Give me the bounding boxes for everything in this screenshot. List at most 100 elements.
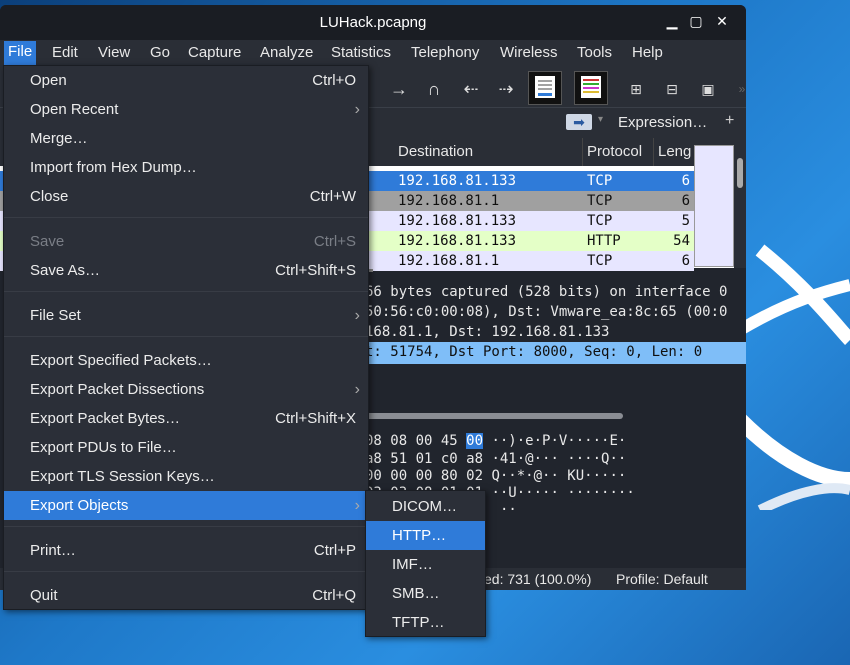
menu-item-export-objects[interactable]: Export Objects ›: [4, 491, 368, 520]
detail-tcp-line: t: 51754, Dst Port: 8000, Seq: 0, Len: 0: [365, 344, 703, 360]
menu-item-quit[interactable]: Quit Ctrl+Q: [4, 581, 368, 610]
menu-item-export-tls-keys[interactable]: Export TLS Session Keys…: [4, 462, 368, 491]
packet-length: 5: [681, 213, 690, 229]
packet-protocol: TCP: [587, 193, 613, 209]
menu-capture[interactable]: Capture: [188, 44, 241, 61]
menu-item-save: Save Ctrl+S: [4, 227, 368, 256]
menu-item-export-packet-dissections[interactable]: Export Packet Dissections ›: [4, 375, 368, 404]
filter-history-dropdown-icon[interactable]: ▾: [598, 114, 603, 125]
submenu-item-tftp[interactable]: TFTP…: [366, 608, 485, 637]
menu-item-label: Export PDUs to File…: [30, 439, 177, 456]
submenu-item-dicom[interactable]: DICOM…: [366, 492, 485, 521]
details-hscroll-thumb[interactable]: [365, 413, 623, 419]
submenu-item-http[interactable]: HTTP…: [366, 521, 485, 550]
submenu-item-label: HTTP…: [392, 527, 447, 544]
column-divider: [582, 138, 583, 166]
hex-bytes: a8 51 01 c0 a8: [365, 451, 484, 467]
menu-item-shortcut: Ctrl+O: [312, 72, 356, 89]
detail-ethernet-line[interactable]: 50:56:c0:00:08), Dst: Vmware_ea:8c:65 (0…: [365, 304, 727, 320]
hex-bytes: 08 08 00 45: [365, 433, 458, 449]
menu-item-label: Save: [30, 233, 65, 250]
autoscroll-icon[interactable]: [528, 71, 562, 105]
scrollbar-thumb[interactable]: [737, 158, 743, 188]
menu-wireless[interactable]: Wireless: [500, 44, 558, 61]
toolbar-overflow-icon[interactable]: »: [728, 75, 746, 103]
normal-size-icon[interactable]: ▣: [694, 75, 722, 103]
menu-item-export-pdus[interactable]: Export PDUs to File…: [4, 433, 368, 462]
hex-row-2[interactable]: a8 51 01 c0 a8 ·41·@··· ····Q··: [365, 451, 626, 467]
hex-row-1[interactable]: 08 08 00 45 00 ··)·e·P·V·····E·: [365, 433, 626, 449]
menu-item-shortcut: Ctrl+Shift+S: [275, 262, 356, 279]
menu-file[interactable]: File: [4, 41, 37, 65]
menu-item-file-set[interactable]: File Set ›: [4, 301, 368, 330]
file-menu-dropdown: Open Ctrl+O Open Recent › Merge… Import from …: [3, 65, 369, 610]
menu-item-label: Export Packet Bytes…: [30, 410, 181, 427]
hex-row-5[interactable]: ··: [500, 502, 517, 518]
packet-protocol: TCP: [587, 173, 613, 189]
hex-ascii: ··U····· ········: [491, 485, 635, 501]
menu-item-export-specified-packets[interactable]: Export Specified Packets…: [4, 346, 368, 375]
status-profile[interactable]: Profile: Default: [616, 571, 708, 587]
submenu-chevron-icon: ›: [354, 497, 360, 514]
go-last-icon[interactable]: ⇢: [492, 75, 520, 103]
submenu-item-label: IMF…: [392, 556, 433, 573]
detail-tcp-line-selected[interactable]: t: 51754, Dst Port: 8000, Seq: 0, Len: 0: [365, 342, 746, 364]
zoom-in-icon[interactable]: ⊞: [622, 75, 650, 103]
menu-item-print[interactable]: Print… Ctrl+P: [4, 536, 368, 565]
submenu-item-imf[interactable]: IMF…: [366, 550, 485, 579]
go-to-packet-icon[interactable]: ∩: [420, 75, 448, 103]
menu-go[interactable]: Go: [150, 44, 170, 61]
menu-edit[interactable]: Edit: [52, 44, 78, 61]
menu-telephony[interactable]: Telephony: [411, 44, 479, 61]
close-button[interactable]: ✕: [714, 13, 730, 29]
menu-tools[interactable]: Tools: [577, 44, 612, 61]
menu-item-merge[interactable]: Merge…: [4, 124, 368, 153]
column-protocol[interactable]: Protocol: [587, 143, 642, 160]
submenu-item-label: DICOM…: [392, 498, 457, 515]
detail-ip-line[interactable]: 168.81.1, Dst: 192.168.81.133: [365, 324, 609, 340]
packet-destination: 192.168.81.133: [398, 213, 517, 229]
menu-item-save-as[interactable]: Save As… Ctrl+Shift+S: [4, 256, 368, 285]
menu-item-close[interactable]: Close Ctrl+W: [4, 182, 368, 211]
submenu-item-smb[interactable]: SMB…: [366, 579, 485, 608]
minimize-button[interactable]: ▁: [664, 13, 680, 29]
status-displayed-count: ed: 731 (100.0%): [484, 571, 592, 587]
packet-minimap[interactable]: [694, 145, 734, 267]
menu-view[interactable]: View: [98, 44, 130, 61]
menu-item-shortcut: Ctrl+Shift+X: [275, 410, 356, 427]
menu-statistics[interactable]: Statistics: [331, 44, 391, 61]
apply-filter-arrow-icon[interactable]: ➡: [566, 114, 592, 130]
go-forward-icon[interactable]: →: [385, 75, 413, 103]
menu-item-shortcut: Ctrl+S: [313, 233, 356, 250]
menu-item-open[interactable]: Open Ctrl+O: [4, 66, 368, 95]
colorize-icon[interactable]: [574, 71, 608, 105]
go-first-icon[interactable]: ⇠: [457, 75, 485, 103]
detail-frame-line[interactable]: 66 bytes captured (528 bits) on interfac…: [365, 284, 727, 300]
menu-item-export-packet-bytes[interactable]: Export Packet Bytes… Ctrl+Shift+X: [4, 404, 368, 433]
packet-destination: 192.168.81.1: [398, 193, 500, 209]
menu-analyze[interactable]: Analyze: [260, 44, 313, 61]
menu-separator: [4, 336, 368, 337]
submenu-item-label: SMB…: [392, 585, 440, 602]
packet-destination: 192.168.81.133: [398, 233, 517, 249]
menu-bar: File Edit View Go Capture Analyze Statis…: [0, 40, 746, 67]
maximize-button[interactable]: ▢: [688, 13, 704, 29]
hex-row-3[interactable]: 00 00 00 80 02 Q··*·@·· KU·····: [365, 468, 626, 484]
expression-button[interactable]: Expression…: [618, 114, 707, 131]
menu-help[interactable]: Help: [632, 44, 663, 61]
submenu-chevron-icon: ›: [354, 101, 360, 118]
hex-selected-byte[interactable]: 00: [466, 433, 484, 449]
column-destination[interactable]: Destination: [398, 143, 473, 160]
menu-item-import-hex-dump[interactable]: Import from Hex Dump…: [4, 153, 368, 182]
menu-item-label: Close: [30, 188, 69, 205]
add-filter-button[interactable]: +: [725, 112, 734, 130]
menu-item-label: Export Objects: [30, 497, 129, 514]
menu-item-label: Quit: [30, 587, 58, 604]
packet-list-scrollbar[interactable]: [734, 138, 746, 268]
menu-item-label: Save As…: [30, 262, 101, 279]
hex-ascii: ·41·@··· ····Q··: [491, 451, 627, 467]
column-length[interactable]: Leng: [658, 143, 691, 160]
menu-item-open-recent[interactable]: Open Recent ›: [4, 95, 368, 124]
packet-length: 6: [681, 173, 690, 189]
zoom-out-icon[interactable]: ⊟: [658, 75, 686, 103]
